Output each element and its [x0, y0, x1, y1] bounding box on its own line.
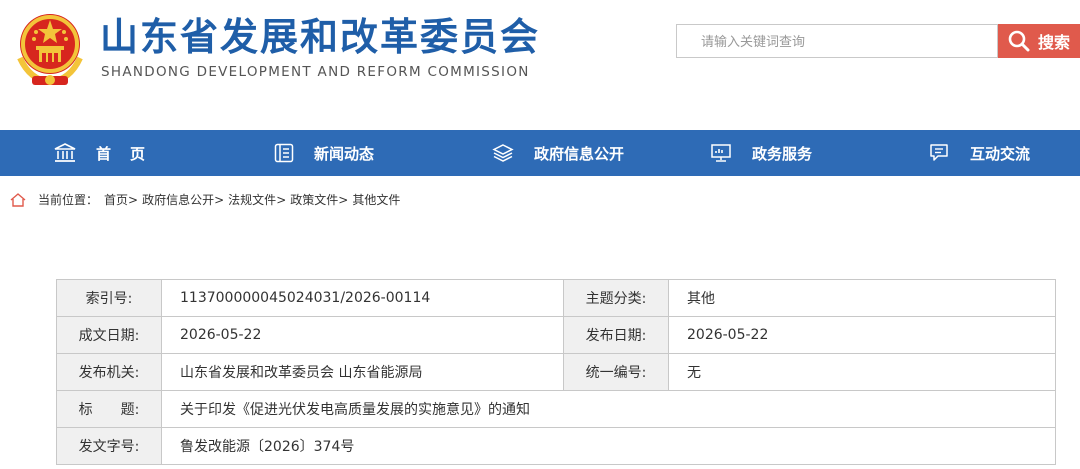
table-row: 标 题: 关于印发《促进光伏发电高质量发展的实施意见》的通知 — [56, 390, 1056, 428]
table-row: 发布机关: 山东省发展和改革委员会 山东省能源局 统一编号: 无 — [56, 353, 1056, 391]
doc-number-label: 发文字号: — [56, 427, 162, 465]
document-info-table: 索引号: 113700000045024031/2026-00114 主题分类:… — [56, 279, 1056, 465]
breadcrumb-prefix: 当前位置： — [38, 193, 99, 207]
topic-label: 主题分类: — [563, 279, 669, 317]
nav-item-home[interactable]: 首 页 — [54, 130, 147, 176]
serial-value: 无 — [668, 353, 1056, 391]
topic-value: 其他 — [668, 279, 1056, 317]
title-value: 关于印发《促进光伏发电高质量发展的实施意见》的通知 — [161, 390, 1056, 428]
doc-number-value: 鲁发改能源〔2026〕374号 — [161, 427, 1056, 465]
national-emblem-icon — [17, 14, 83, 86]
breadcrumb-separator: > — [128, 192, 139, 207]
layers-icon — [492, 144, 514, 162]
breadcrumb-item-regulations[interactable]: 法规文件 — [228, 191, 276, 208]
breadcrumb-separator: > — [276, 192, 287, 207]
created-date-label: 成文日期: — [56, 316, 162, 354]
index-label: 索引号: — [56, 279, 162, 317]
nav-label: 首 页 — [96, 144, 148, 163]
chat-icon — [930, 144, 948, 161]
created-date-value: 2026-05-22 — [161, 316, 564, 354]
nav-label: 新闻动态 — [314, 144, 375, 163]
breadcrumb-item-policy[interactable]: 政策文件 — [290, 191, 338, 208]
nav-label: 互动交流 — [970, 144, 1031, 163]
search-box — [676, 24, 998, 59]
table-row: 发文字号: 鲁发改能源〔2026〕374号 — [56, 427, 1056, 465]
table-row: 索引号: 113700000045024031/2026-00114 主题分类:… — [56, 279, 1056, 317]
nav-item-services[interactable]: 政务服务 — [710, 130, 812, 176]
news-list-icon — [274, 143, 294, 163]
serial-label: 统一编号: — [563, 353, 669, 391]
title-label: 标 题: — [56, 390, 162, 428]
home-icon — [10, 192, 26, 207]
site-header: 山东省发展和改革委员会 SHANDONG DEVELOPMENT AND REF… — [0, 0, 1080, 130]
table-row: 成文日期: 2026-05-22 发布日期: 2026-05-22 — [56, 316, 1056, 354]
published-date-value: 2026-05-22 — [668, 316, 1056, 354]
breadcrumb-item-other[interactable]: 其他文件 — [352, 191, 400, 208]
breadcrumb-item-home[interactable]: 首页 — [104, 191, 128, 208]
nav-item-gov-info[interactable]: 政府信息公开 — [492, 130, 624, 176]
search-input[interactable] — [699, 25, 993, 59]
nav-item-news[interactable]: 新闻动态 — [274, 130, 374, 176]
published-date-label: 发布日期: — [563, 316, 669, 354]
breadcrumb-separator: > — [214, 192, 225, 207]
main-nav: 首 页 新闻动态 政府信息公开 政务服务 互动交流 — [0, 130, 1080, 176]
search-icon — [1008, 30, 1030, 52]
site-title-english: SHANDONG DEVELOPMENT AND REFORM COMMISSI… — [101, 64, 530, 80]
nav-item-interaction[interactable]: 互动交流 — [928, 130, 1030, 176]
nav-label: 政府信息公开 — [534, 144, 625, 163]
site-title: 山东省发展和改革委员会 — [100, 15, 541, 59]
nav-label: 政务服务 — [752, 144, 813, 163]
index-value: 113700000045024031/2026-00114 — [161, 279, 564, 317]
bank-icon — [54, 143, 76, 162]
search-button[interactable]: 搜索 — [998, 24, 1080, 58]
breadcrumb-separator: > — [338, 192, 349, 207]
breadcrumb-item-gov-info[interactable]: 政府信息公开 — [142, 191, 214, 208]
breadcrumb: 当前位置： 首页 > 政府信息公开 > 法规文件 > 政策文件 > 其他文件 — [10, 191, 400, 208]
issuer-label: 发布机关: — [56, 353, 162, 391]
monitor-icon — [711, 144, 731, 162]
search-button-label: 搜索 — [1038, 33, 1071, 52]
issuer-value: 山东省发展和改革委员会 山东省能源局 — [161, 353, 564, 391]
